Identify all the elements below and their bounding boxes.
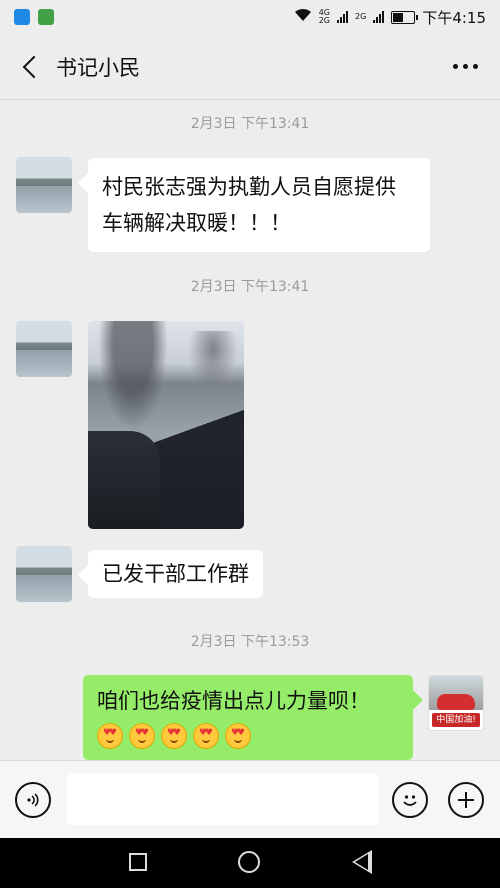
contact-avatar[interactable] xyxy=(16,321,72,377)
message-timestamp: 2月3日 下午13:41 xyxy=(190,279,310,295)
message-bubble[interactable]: 村民张志强为执勤人员自愿提供车辆解决取暖！！！ xyxy=(88,158,430,252)
self-avatar[interactable]: 中国加油! xyxy=(428,675,484,731)
back-arrow-icon[interactable] xyxy=(6,43,54,91)
contact-avatar[interactable] xyxy=(16,546,72,602)
message-notification-icon xyxy=(38,9,54,25)
message-input[interactable] xyxy=(67,773,378,825)
message-bubble-self[interactable]: 咱们也给疫情出点儿力量呗！ xyxy=(83,675,413,760)
status-time: 下午4:15 xyxy=(422,8,486,27)
heart-eyes-emoji-icon xyxy=(97,723,123,749)
recent-apps-icon[interactable] xyxy=(129,853,147,871)
chat-header: 书记小民 xyxy=(0,34,500,100)
input-bar xyxy=(0,760,500,839)
message-bubble[interactable]: 已发干部工作群 xyxy=(88,550,263,598)
nav-back-icon[interactable] xyxy=(352,850,372,874)
status-bar: 4G 2G 2G 下午4:15 xyxy=(0,0,500,34)
message-text: 已发干部工作群 xyxy=(102,562,249,586)
heart-eyes-emoji-icon xyxy=(193,723,219,749)
network-type-label-2: 2G xyxy=(355,12,367,21)
heart-eyes-emoji-icon xyxy=(161,723,187,749)
emoji-icon[interactable] xyxy=(392,782,428,818)
voice-input-icon[interactable] xyxy=(15,782,51,818)
signal-icon-2 xyxy=(373,11,385,23)
signal-icon xyxy=(337,11,349,23)
home-icon[interactable] xyxy=(238,851,260,873)
message-text: 村民张志强为执勤人员自愿提供车辆解决取暖！！！ xyxy=(102,175,396,235)
more-options-icon[interactable] xyxy=(453,64,478,69)
chat-title: 书记小民 xyxy=(56,55,140,80)
contact-avatar[interactable] xyxy=(16,157,72,213)
chat-area[interactable]: 2月3日 下午13:41 村民张志强为执勤人员自愿提供车辆解决取暖！！！ 2月3… xyxy=(0,100,500,760)
heart-eyes-emoji-icon xyxy=(225,723,251,749)
message-photo[interactable] xyxy=(88,321,244,529)
battery-icon xyxy=(391,10,419,24)
status-notification-icons xyxy=(14,9,54,25)
message-text: 咱们也给疫情出点儿力量呗！ xyxy=(97,689,370,713)
app-notification-icon xyxy=(14,9,30,25)
status-indicators: 4G 2G 2G 下午4:15 xyxy=(294,7,486,28)
add-icon[interactable] xyxy=(448,782,484,818)
network-type-label: 4G 2G xyxy=(318,8,331,25)
message-timestamp: 2月3日 下午13:41 xyxy=(190,116,310,132)
system-navigation-bar xyxy=(0,838,500,888)
message-timestamp: 2月3日 下午13:53 xyxy=(190,634,310,650)
emoji-row xyxy=(97,723,399,749)
wifi-icon xyxy=(294,8,312,26)
heart-eyes-emoji-icon xyxy=(129,723,155,749)
